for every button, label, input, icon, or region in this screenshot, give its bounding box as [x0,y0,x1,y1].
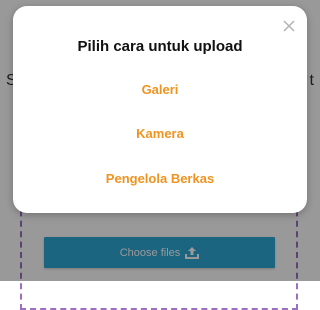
option-camera[interactable]: Kamera [13,126,307,141]
close-icon[interactable] [281,18,297,34]
option-gallery[interactable]: Galeri [13,82,307,97]
option-file-manager[interactable]: Pengelola Berkas [13,171,307,186]
dialog-title: Pilih cara untuk upload [77,38,243,55]
upload-method-dialog: Pilih cara untuk upload Galeri Kamera Pe… [13,6,307,213]
